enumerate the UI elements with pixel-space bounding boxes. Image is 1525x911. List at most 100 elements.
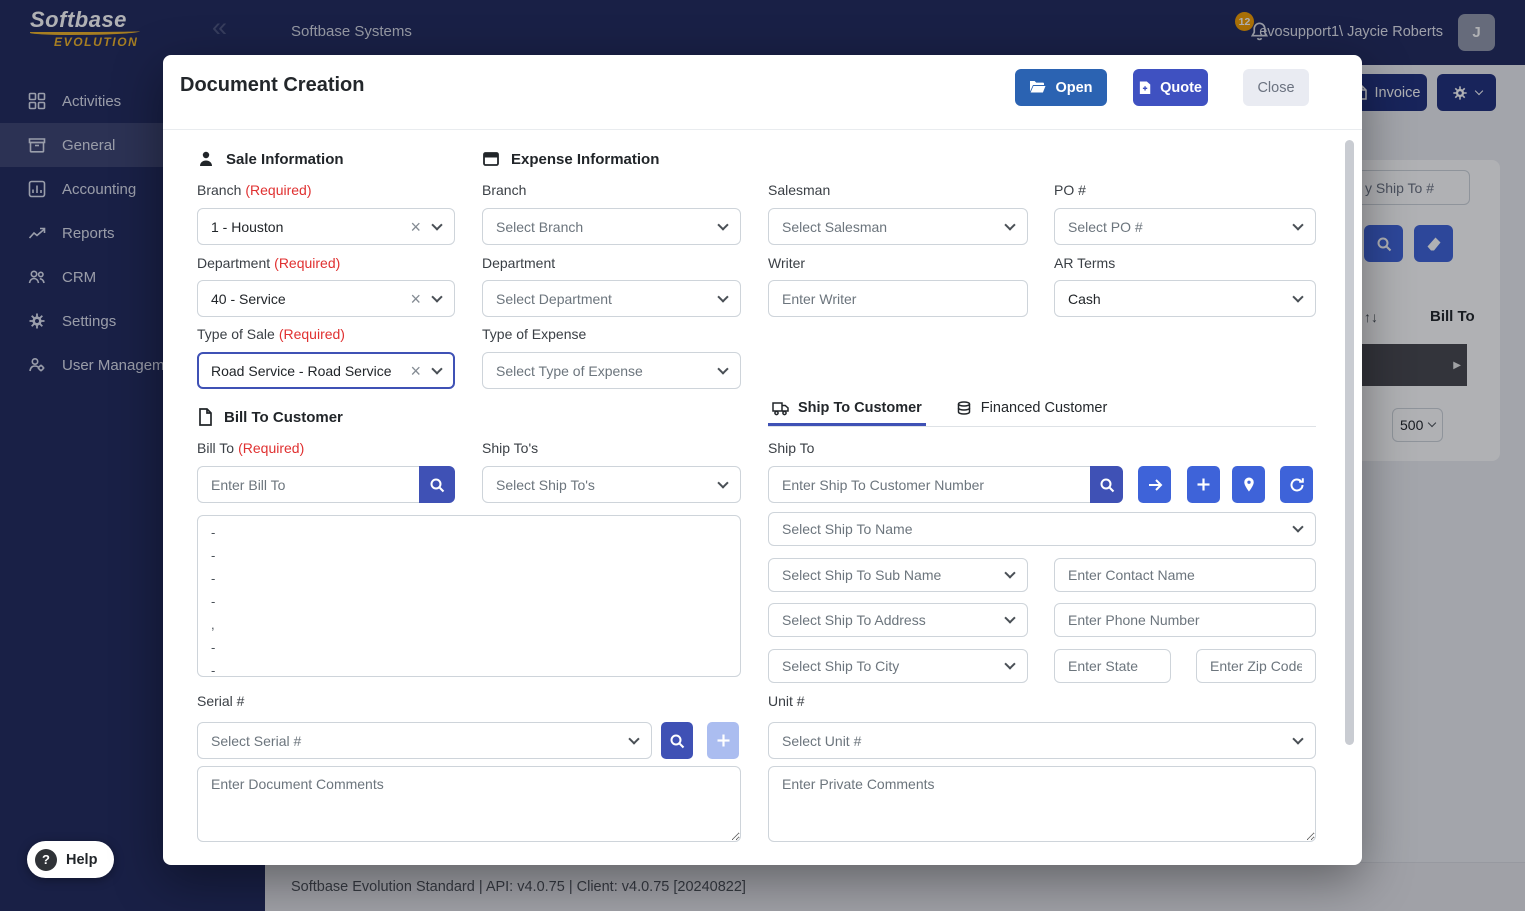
plus-icon — [717, 734, 729, 747]
department-select-value: 40 - Service — [211, 290, 286, 307]
refresh-icon — [1290, 477, 1304, 491]
quote-button-label: Quote — [1160, 79, 1202, 96]
expense-information-heading: Expense Information — [482, 150, 659, 168]
section-heading-label: Bill To Customer — [224, 408, 343, 426]
list-item[interactable]: - — [198, 521, 740, 544]
bill-to-results-list[interactable]: - - - - , - - — [197, 515, 741, 677]
chevron-down-icon — [1004, 612, 1016, 624]
help-question-icon: ? — [35, 848, 57, 871]
ship-to-customer-number-input[interactable] — [768, 466, 1090, 503]
clear-icon[interactable]: × — [410, 290, 421, 308]
close-button-label: Close — [1257, 79, 1295, 96]
clear-icon[interactable]: × — [410, 362, 421, 380]
search-icon — [670, 734, 685, 748]
state-input[interactable] — [1054, 649, 1171, 683]
chevron-down-icon — [1004, 567, 1016, 579]
chevron-down-icon — [717, 476, 729, 489]
list-item[interactable]: - — [198, 590, 740, 613]
salesman-placeholder: Select Salesman — [782, 218, 888, 235]
list-item[interactable]: , — [198, 613, 740, 636]
chevron-down-icon — [1292, 732, 1304, 745]
ship-to-label: Ship To — [768, 440, 815, 456]
modal-title: Document Creation — [180, 74, 365, 96]
serial-number-label: Serial # — [197, 693, 245, 709]
ship-to-add-button[interactable] — [1187, 466, 1220, 503]
serial-search-button[interactable] — [661, 722, 693, 759]
ship-to-sub-name-placeholder: Select Ship To Sub Name — [782, 567, 942, 583]
chevron-down-icon — [1292, 521, 1304, 533]
ship-to-name-select[interactable]: Select Ship To Name — [768, 512, 1316, 546]
phone-number-input[interactable] — [1054, 603, 1316, 637]
unit-number-select[interactable]: Select Unit # — [768, 722, 1316, 759]
help-button-label: Help — [66, 851, 98, 868]
ship-to-city-select[interactable]: Select Ship To City — [768, 649, 1028, 683]
application-window: Softbase EVOLUTION « Softbase Systems 12… — [0, 0, 1525, 911]
card-icon — [483, 152, 499, 166]
writer-input[interactable] — [768, 280, 1028, 317]
tab-financed-customer[interactable]: Financed Customer — [952, 400, 1112, 426]
document-comments-textarea[interactable] — [197, 766, 741, 842]
expense-department-select[interactable]: Select Department — [482, 280, 741, 317]
contact-name-input[interactable] — [1054, 558, 1316, 592]
salesman-label: Salesman — [768, 182, 831, 198]
required-tag: (Required) — [274, 255, 341, 271]
ship-to-sub-name-select[interactable]: Select Ship To Sub Name — [768, 558, 1028, 592]
sale-information-heading: Sale Information — [197, 150, 344, 168]
ar-terms-select[interactable]: Cash — [1054, 280, 1316, 317]
chevron-down-icon — [717, 290, 729, 303]
po-number-select[interactable]: Select PO # — [1054, 208, 1316, 245]
close-button[interactable]: Close — [1243, 69, 1309, 106]
type-of-sale-value: Road Service - Road Service — [211, 362, 392, 379]
unit-number-placeholder: Select Unit # — [782, 732, 862, 749]
section-heading-label: Expense Information — [511, 150, 660, 168]
department-select[interactable]: 40 - Service × — [197, 280, 455, 317]
document-creation-modal: Document Creation Open Quote Close Sale … — [163, 55, 1362, 865]
search-icon — [1100, 478, 1114, 492]
list-item[interactable]: - — [198, 636, 740, 659]
list-item[interactable]: - — [198, 544, 740, 567]
expense-branch-select[interactable]: Select Branch — [482, 208, 741, 245]
ship-to-city-placeholder: Select Ship To City — [782, 658, 900, 674]
ship-to-tabs: Ship To Customer Financed Customer — [768, 400, 1316, 427]
salesman-select[interactable]: Select Salesman — [768, 208, 1028, 245]
clear-icon[interactable]: × — [410, 218, 421, 236]
private-comments-textarea[interactable] — [768, 766, 1316, 842]
ship-tos-placeholder: Select Ship To's — [496, 476, 595, 493]
serial-number-placeholder: Select Serial # — [211, 732, 302, 749]
branch-label: Branch (Required) — [197, 182, 312, 198]
bill-to-search-button[interactable] — [419, 466, 455, 503]
map-pin-icon — [1243, 477, 1254, 492]
required-tag: (Required) — [238, 440, 305, 456]
tab-ship-to-customer[interactable]: Ship To Customer — [768, 400, 926, 426]
type-of-sale-select[interactable]: Road Service - Road Service × — [197, 352, 455, 389]
ship-to-address-select[interactable]: Select Ship To Address — [768, 603, 1028, 637]
serial-number-select[interactable]: Select Serial # — [197, 722, 652, 759]
ship-to-go-button[interactable] — [1138, 466, 1171, 503]
chevron-down-icon — [431, 362, 443, 375]
branch-select[interactable]: 1 - Houston × — [197, 208, 455, 245]
ship-to-refresh-button[interactable] — [1280, 466, 1313, 503]
tab-label: Financed Customer — [980, 400, 1108, 416]
ship-to-address-placeholder: Select Ship To Address — [782, 612, 926, 628]
type-of-expense-select[interactable]: Select Type of Expense — [482, 352, 741, 389]
file-plus-icon — [1139, 81, 1151, 94]
chevron-down-icon — [717, 362, 729, 375]
help-button[interactable]: ? Help — [27, 841, 115, 878]
expense-branch-label: Branch — [482, 182, 527, 198]
chevron-down-icon — [1004, 658, 1016, 670]
truck-icon — [772, 401, 789, 415]
bill-to-input[interactable] — [197, 466, 419, 503]
list-item[interactable]: - — [198, 567, 740, 590]
quote-button[interactable]: Quote — [1133, 69, 1208, 106]
chevron-down-icon — [1004, 218, 1016, 231]
ship-to-location-button[interactable] — [1232, 466, 1265, 503]
serial-add-button[interactable] — [707, 722, 739, 759]
ship-tos-select[interactable]: Select Ship To's — [482, 466, 741, 503]
document-icon — [199, 408, 212, 426]
zip-code-input[interactable] — [1196, 649, 1316, 683]
list-item[interactable]: - — [198, 659, 740, 676]
open-button[interactable]: Open — [1015, 69, 1107, 106]
chevron-down-icon — [628, 732, 640, 745]
modal-scrollbar-thumb[interactable] — [1345, 140, 1354, 745]
ship-to-search-button[interactable] — [1090, 466, 1123, 503]
